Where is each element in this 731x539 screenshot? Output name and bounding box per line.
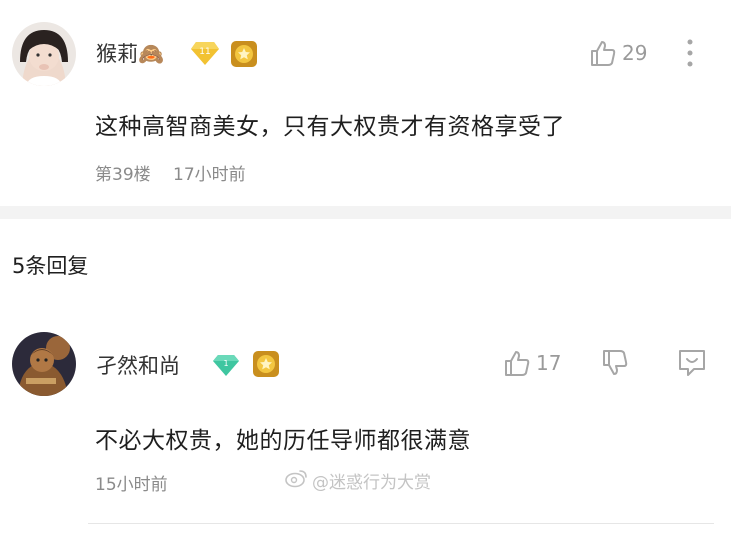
reply-text: 不必大权贵，她的历任导师都很满意: [95, 428, 471, 454]
weibo-logo-icon: [284, 468, 308, 488]
replies-heading: 5条回复: [12, 254, 89, 278]
more-options-icon[interactable]: [684, 38, 696, 68]
like-count: 29: [622, 41, 648, 65]
reply-username[interactable]: 孑然和尚: [96, 350, 180, 380]
level-badge-text: 11: [199, 47, 210, 57]
comment-time: 17小时前: [173, 165, 246, 185]
reply-like-count: 17: [536, 351, 562, 375]
reply-like-button[interactable]: 17: [502, 348, 572, 378]
dislike-button[interactable]: [600, 348, 630, 378]
commenter-username[interactable]: 猴莉🙈: [96, 38, 164, 68]
medal-icon: [230, 40, 258, 68]
reply-comment-button[interactable]: [676, 347, 708, 379]
level-badge-icon: 11: [190, 40, 220, 66]
reply-avatar[interactable]: [12, 332, 76, 396]
commenter-avatar[interactable]: [12, 22, 76, 86]
thumbs-up-icon: [591, 41, 616, 66]
watermark: @迷惑行为大赏: [312, 473, 431, 493]
medal-icon: [252, 350, 280, 378]
comment-text: 这种高智商美女，只有大权贵才有资格享受了: [95, 114, 565, 140]
svg-text:1: 1: [223, 359, 228, 368]
comment-bubble-icon: [679, 350, 705, 376]
section-divider: [0, 206, 731, 219]
floor-number: 第39楼: [95, 165, 151, 185]
thumbs-up-icon: [505, 351, 530, 376]
bottom-divider: [88, 523, 714, 524]
like-button[interactable]: 29: [588, 38, 658, 68]
green-diamond-badge-icon: 1: [212, 353, 240, 377]
thumbs-down-icon: [603, 350, 628, 375]
reply-time: 15小时前: [95, 475, 168, 495]
